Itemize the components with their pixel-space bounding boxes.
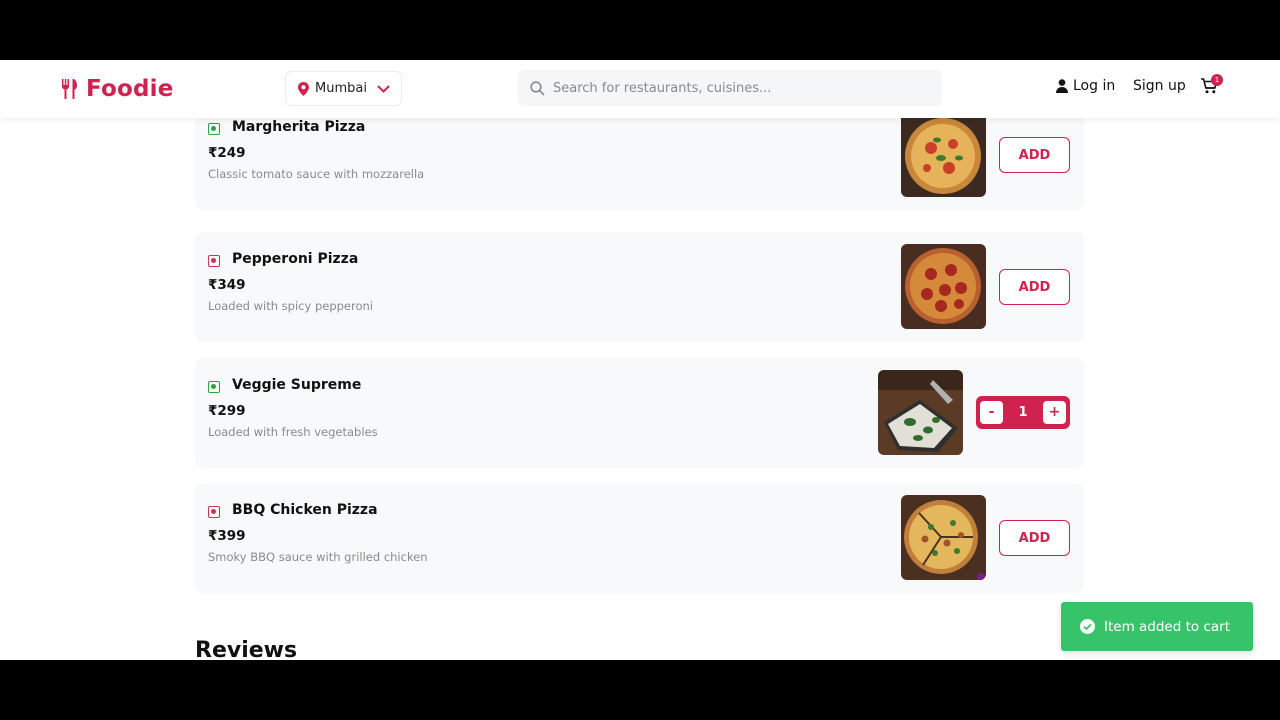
toast-message: Item added to cart — [1104, 618, 1230, 635]
cart-button[interactable]: 1 — [1201, 74, 1225, 100]
add-to-cart-button[interactable]: ADD — [999, 269, 1070, 305]
letterbox-bottom — [0, 660, 1280, 720]
menu-item-name: Pepperoni Pizza — [232, 251, 359, 267]
location-city: Mumbai — [315, 81, 367, 96]
menu-item-card: Pepperoni Pizza ₹349 Loaded with spicy p… — [195, 232, 1084, 342]
veg-indicator-icon — [208, 123, 220, 135]
map-pin-icon — [298, 81, 309, 96]
reviews-heading: Reviews — [195, 638, 298, 660]
brand-name: Foodie — [86, 76, 174, 102]
add-to-cart-button[interactable]: ADD — [999, 137, 1070, 173]
menu-item-price: ₹249 — [208, 145, 246, 161]
menu-item-description: Smoky BBQ sauce with grilled chicken — [208, 550, 428, 564]
search-icon — [530, 80, 545, 96]
non-veg-indicator-icon — [208, 255, 220, 267]
menu-item-name: Margherita Pizza — [232, 119, 366, 135]
login-link[interactable]: Log in — [1056, 78, 1115, 94]
user-icon — [1056, 79, 1068, 93]
menu-item-name: BBQ Chicken Pizza — [232, 502, 378, 518]
pepperoni-pizza-image — [901, 244, 986, 329]
menu-item-price: ₹399 — [208, 528, 246, 544]
menu-item-price: ₹299 — [208, 403, 246, 419]
bbq-chicken-pizza-image — [901, 495, 986, 580]
search-bar[interactable] — [518, 70, 942, 106]
cart-count-badge: 1 — [1211, 74, 1223, 86]
check-circle-icon — [1080, 619, 1095, 634]
menu-item-description: Loaded with fresh vegetables — [208, 425, 378, 439]
brand-logo[interactable]: Foodie — [60, 74, 174, 104]
search-input[interactable] — [553, 80, 933, 96]
margherita-pizza-image — [901, 112, 986, 197]
toast-notification: Item added to cart — [1061, 602, 1253, 651]
increment-button[interactable]: + — [1042, 401, 1066, 424]
fork-knife-icon — [62, 79, 77, 99]
menu-item-description: Loaded with spicy pepperoni — [208, 299, 373, 313]
menu-item-card: BBQ Chicken Pizza ₹399 Smoky BBQ sauce w… — [195, 483, 1084, 593]
quantity-stepper: - 1 + — [976, 396, 1070, 429]
menu-item-card: Veggie Supreme ₹299 Loaded with fresh ve… — [195, 358, 1084, 468]
quantity-value: 1 — [1018, 405, 1028, 420]
top-navbar: Foodie Mumbai Log in Sign up — [0, 60, 1280, 118]
page-viewport: Foodie Mumbai Log in Sign up — [0, 60, 1280, 660]
letterbox-top — [0, 0, 1280, 60]
decrement-button[interactable]: - — [980, 401, 1003, 424]
veggie-supreme-image — [878, 370, 963, 455]
signup-link[interactable]: Sign up — [1133, 78, 1186, 94]
veg-indicator-icon — [208, 381, 220, 393]
menu-item-name: Veggie Supreme — [232, 377, 362, 393]
chevron-down-icon — [377, 84, 390, 93]
menu-item-price: ₹349 — [208, 277, 246, 293]
login-label: Log in — [1073, 78, 1116, 94]
add-to-cart-button[interactable]: ADD — [999, 520, 1070, 556]
menu-item-description: Classic tomato sauce with mozzarella — [208, 167, 425, 181]
non-veg-indicator-icon — [208, 506, 220, 518]
location-selector[interactable]: Mumbai — [285, 71, 402, 106]
